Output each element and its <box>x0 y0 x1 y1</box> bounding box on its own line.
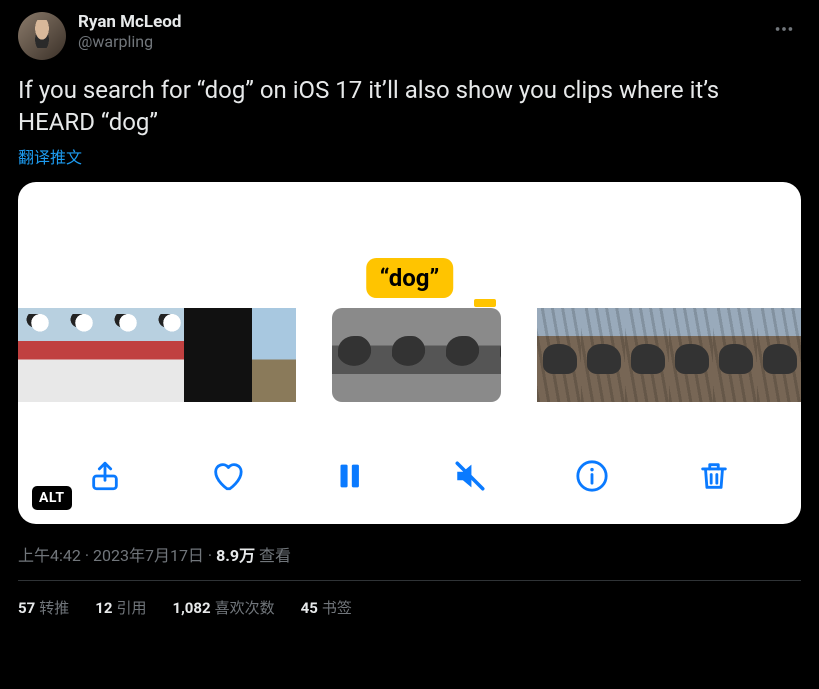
video-frame <box>581 308 625 402</box>
translate-link[interactable]: 翻译推文 <box>18 144 82 168</box>
info-button[interactable] <box>572 456 612 496</box>
clip-group[interactable] <box>537 308 801 402</box>
timeline-marker <box>474 299 496 307</box>
media-toolbar <box>18 456 801 496</box>
video-frame <box>440 308 494 402</box>
author-display-name: Ryan McLeod <box>78 12 767 32</box>
views-label: 查看 <box>255 546 291 565</box>
search-match-badge: “dog” <box>366 258 454 298</box>
share-button[interactable] <box>85 456 125 496</box>
video-frame <box>713 308 757 402</box>
bookmarks-stat[interactable]: 45书签 <box>301 597 352 618</box>
delete-button[interactable] <box>694 456 734 496</box>
tweet-stats: 57转推 12引用 1,082喜欢次数 45书签 <box>18 581 801 634</box>
video-frame <box>757 308 801 402</box>
video-frame <box>150 308 184 402</box>
likes-stat[interactable]: 1,082喜欢次数 <box>172 597 274 618</box>
more-options-button[interactable] <box>767 12 801 46</box>
avatar[interactable] <box>18 12 66 60</box>
video-frame <box>218 308 252 402</box>
mute-button[interactable] <box>450 456 490 496</box>
video-frame <box>494 308 501 402</box>
pause-button[interactable] <box>329 456 369 496</box>
tweet-date[interactable]: 2023年7月17日 <box>93 546 204 565</box>
video-frame <box>184 308 218 402</box>
video-frame <box>252 308 296 402</box>
tweet-meta: 上午4:42 · 2023年7月17日 · 8.9万 查看 <box>18 542 801 581</box>
alt-badge[interactable]: ALT <box>32 486 72 510</box>
video-frame <box>537 308 581 402</box>
retweets-stat[interactable]: 57转推 <box>18 597 69 618</box>
tweet-text: If you search for “dog” on iOS 17 it’ll … <box>18 74 801 138</box>
author-block[interactable]: Ryan McLeod @warpling <box>78 12 767 52</box>
video-frame <box>62 308 106 402</box>
like-button[interactable] <box>207 456 247 496</box>
quotes-stat[interactable]: 12引用 <box>95 597 146 618</box>
video-frame <box>386 308 440 402</box>
video-frame <box>669 308 713 402</box>
embedded-media[interactable]: “dog” <box>18 182 801 524</box>
tweet-time[interactable]: 上午4:42 <box>18 546 81 565</box>
author-handle: @warpling <box>78 32 767 52</box>
video-timeline[interactable] <box>18 308 801 402</box>
tweet-header: Ryan McLeod @warpling <box>18 12 801 60</box>
views-count: 8.9万 <box>216 546 255 565</box>
video-frame <box>332 308 386 402</box>
tweet-container: Ryan McLeod @warpling If you search for … <box>0 0 819 634</box>
video-frame <box>625 308 669 402</box>
clip-group[interactable] <box>18 308 296 402</box>
video-frame <box>18 308 62 402</box>
clip-group-active[interactable] <box>332 308 501 402</box>
video-frame <box>106 308 150 402</box>
